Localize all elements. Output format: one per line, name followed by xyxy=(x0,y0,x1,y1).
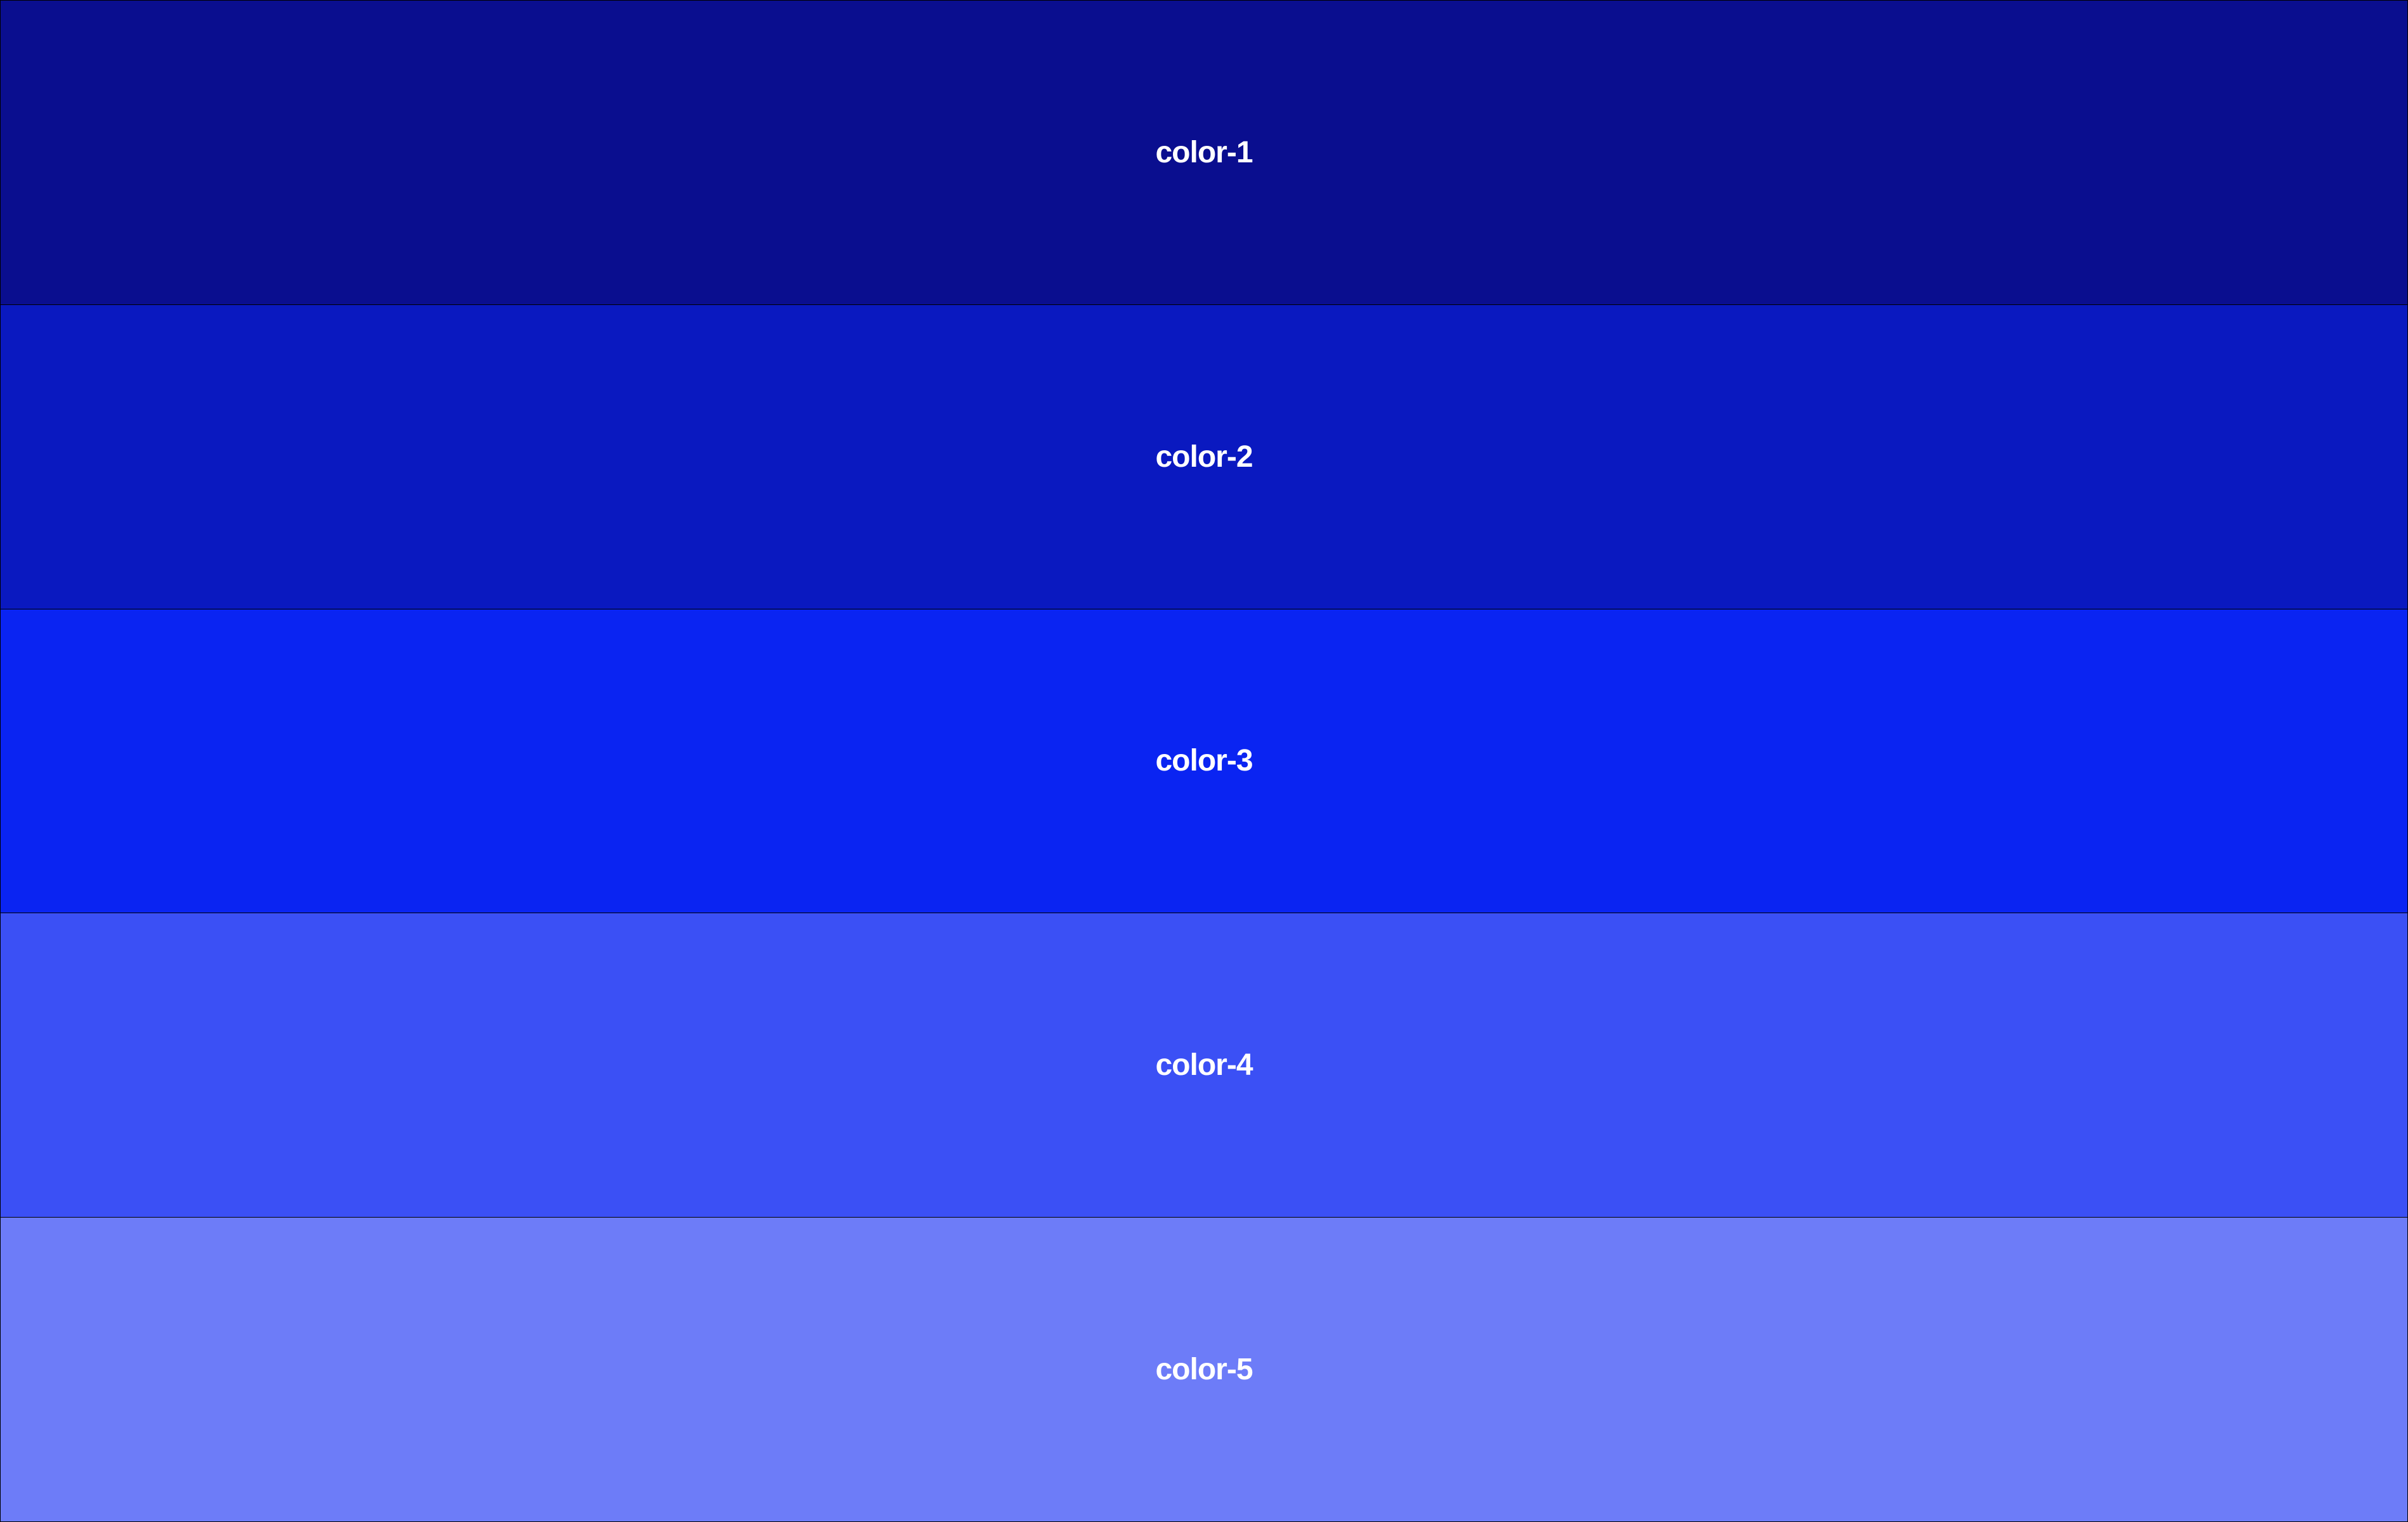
swatch-label: color-5 xyxy=(1155,1352,1252,1387)
swatch-label: color-1 xyxy=(1155,135,1252,170)
swatch-label: color-4 xyxy=(1155,1048,1252,1083)
swatch-color-2: color-2 xyxy=(0,304,2408,609)
swatch-label: color-2 xyxy=(1155,439,1252,474)
swatch-label: color-3 xyxy=(1155,743,1252,778)
swatch-color-4: color-4 xyxy=(0,913,2408,1217)
swatch-color-5: color-5 xyxy=(0,1217,2408,1522)
swatch-color-3: color-3 xyxy=(0,609,2408,913)
color-palette: color-1 color-2 color-3 color-4 color-5 xyxy=(0,0,2408,1522)
swatch-color-1: color-1 xyxy=(0,0,2408,304)
